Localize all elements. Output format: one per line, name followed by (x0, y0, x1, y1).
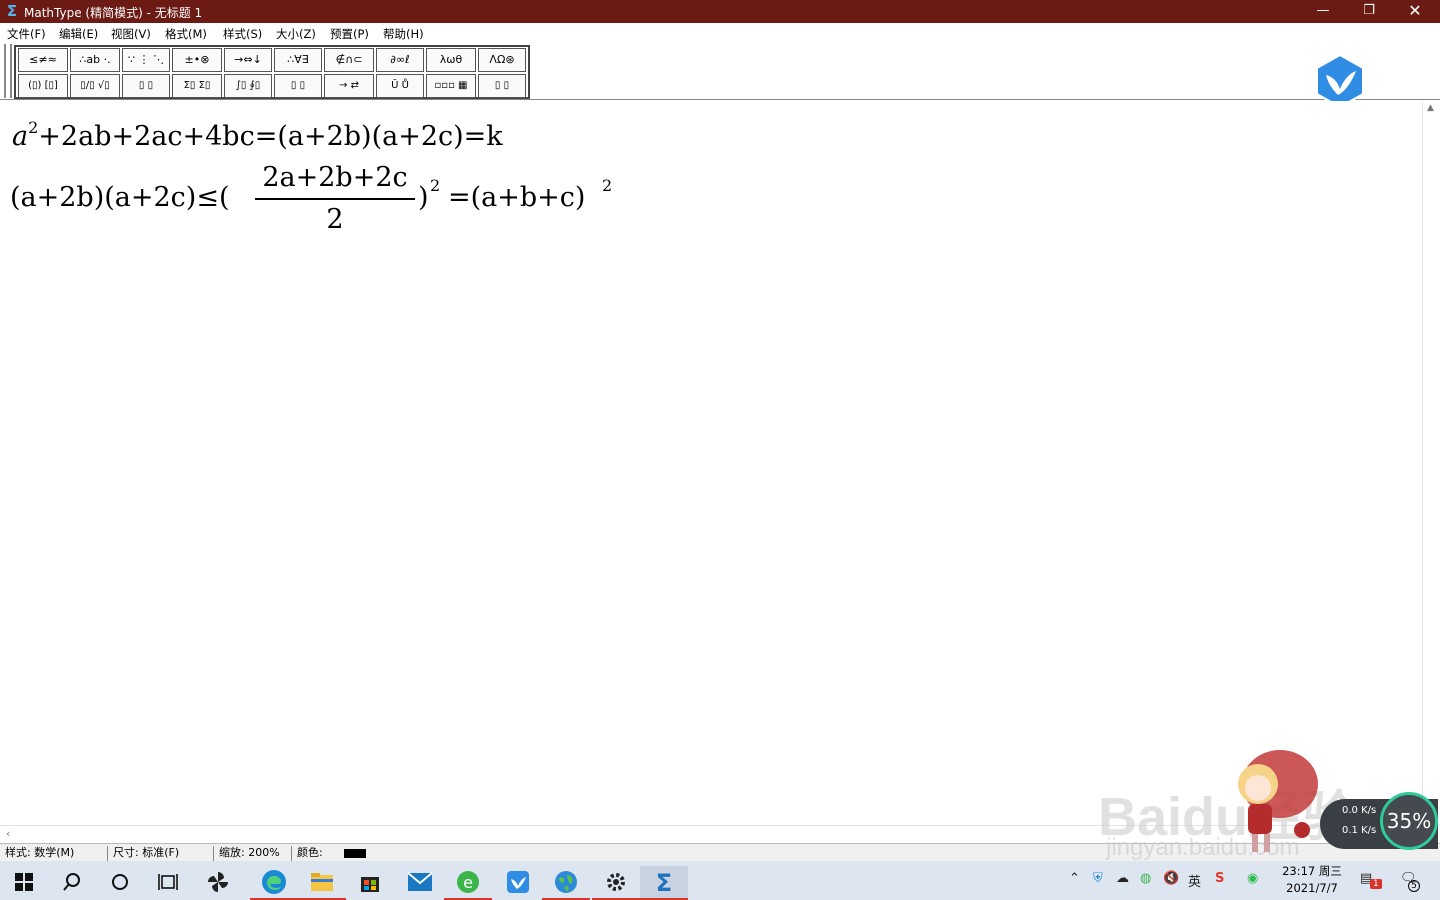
eq1-body: +2ab+2ac+4bc=(a+2b)(a+2c)=k (38, 121, 503, 152)
memory-gauge[interactable]: 35% (1380, 792, 1438, 850)
message-count-badge: 5 (1408, 880, 1420, 892)
file-explorer-icon[interactable] (298, 866, 346, 900)
palette-labeled-arrows[interactable]: → ⇄ (324, 74, 374, 98)
task-view-icon[interactable] (144, 866, 192, 900)
wps-icon[interactable]: S (1215, 871, 1224, 886)
clock-date: 2021/7/7 (1286, 881, 1338, 895)
eq2-lhs: (a+2b)(a+2c)≤( (10, 182, 230, 213)
menu-style[interactable]: 样式(S) (223, 26, 262, 42)
ie-browser-icon[interactable]: e (444, 866, 492, 900)
scroll-left-icon[interactable]: ‹ (6, 827, 10, 840)
toolbar-area: ≤≠≈ ∴ab ·. ∵ ⋮ ⋱ ±•⊗ →⇔↓ ∴∀∃ ∉∩⊂ ∂∞ℓ λωθ… (0, 43, 1440, 100)
wechat-icon[interactable]: ◉ (1247, 871, 1258, 886)
svg-text:e: e (463, 873, 473, 892)
status-color-swatch[interactable] (344, 849, 366, 858)
vertical-scrollbar[interactable]: ▲ (1422, 101, 1440, 825)
palette-greek-lower[interactable]: λωθ (426, 48, 476, 72)
speaker-muted-icon[interactable]: 🔇 (1163, 871, 1179, 886)
svg-text:Σ: Σ (656, 870, 672, 894)
clock-time: 23:17 周三 (1282, 864, 1342, 878)
status-color-label: 颜色: (297, 846, 323, 859)
palette-integrals[interactable]: ∫▯ ∮▯ (224, 74, 272, 98)
security-shield-icon[interactable]: ⛨ (1093, 871, 1103, 886)
notification-badge: 1 (1370, 879, 1382, 889)
mascot-decoration-icon (1238, 750, 1318, 852)
eq1-exponent: 2 (28, 118, 39, 137)
palette-products[interactable]: Ū Ů (376, 74, 424, 98)
status-size[interactable]: 尺寸: 标准(F) (108, 846, 214, 861)
palette-summations[interactable]: Σ▯ Σ▯ (172, 74, 222, 98)
chevron-up-icon[interactable]: ⌃ (1069, 871, 1080, 886)
palette-greek-upper[interactable]: ΛΩ⊛ (478, 48, 526, 72)
window-title: MathType (精简模式) - 无标题 1 (24, 6, 203, 20)
maximize-button[interactable]: ❐ (1346, 0, 1392, 23)
palette-bars[interactable]: ▯ ▯ (274, 74, 322, 98)
toolbar-grip[interactable] (4, 44, 12, 98)
menu-help[interactable]: 帮助(H) (383, 26, 424, 42)
status-zoom[interactable]: 缩放: 200% (214, 846, 292, 861)
scroll-up-icon[interactable]: ▲ (1427, 103, 1434, 113)
palette-operators[interactable]: ±•⊗ (172, 48, 222, 72)
globe-icon[interactable] (542, 866, 590, 900)
menu-preferences[interactable]: 预置(P) (330, 26, 369, 42)
menu-format[interactable]: 格式(M) (165, 26, 207, 42)
search-icon[interactable] (48, 866, 96, 900)
palette-boxes[interactable]: ▯ ▯ (478, 74, 526, 98)
menu-bar: 文件(F) 编辑(E) 视图(V) 格式(M) 样式(S) 大小(Z) 预置(P… (0, 23, 1440, 43)
eq2-rhs: =(a+b+c) (448, 182, 586, 213)
windows-start-icon[interactable] (0, 866, 48, 900)
menu-size[interactable]: 大小(Z) (276, 26, 316, 42)
network-globe-icon[interactable]: ◍ (1140, 871, 1151, 886)
close-button[interactable]: ✕ (1392, 0, 1438, 23)
sigma-icon: Σ (6, 2, 18, 20)
menu-view[interactable]: 视图(V) (111, 26, 151, 42)
eq1-variable-a: a (12, 121, 29, 152)
ime-indicator[interactable]: 英 (1188, 871, 1201, 890)
eq2-exponent-1: 2 (430, 176, 441, 195)
symbol-palette: ≤≠≈ ∴ab ·. ∵ ⋮ ⋱ ±•⊗ →⇔↓ ∴∀∃ ∉∩⊂ ∂∞ℓ λωθ… (14, 45, 530, 99)
menu-edit[interactable]: 编辑(E) (59, 26, 98, 42)
net-upload-speed: 0.0 K/s (1342, 805, 1377, 816)
palette-matrices[interactable]: ▫▫▫ ▦ (426, 74, 476, 98)
pinwheel-icon[interactable] (194, 866, 242, 900)
equation-line-1[interactable]: a2+2ab+2ac+4bc=(a+2b)(a+2c)=k (12, 110, 503, 155)
palette-sets[interactable]: ∉∩⊂ (324, 48, 374, 72)
eq2-denominator: 2 (326, 204, 344, 235)
settings-icon[interactable] (592, 866, 640, 900)
mathtype-icon[interactable]: Σ (640, 866, 688, 900)
cloud-icon[interactable]: ☁ (1116, 871, 1129, 886)
palette-fences[interactable]: (▯) [▯] (18, 74, 68, 98)
palette-fractions-radicals[interactable]: ▯/▯ √▯ (70, 74, 120, 98)
menu-file[interactable]: 文件(F) (7, 26, 46, 42)
store-icon[interactable] (346, 866, 394, 900)
title-bar: Σ MathType (精简模式) - 无标题 1 — ❐ ✕ (0, 0, 1440, 23)
cortana-icon[interactable] (96, 866, 144, 900)
status-style[interactable]: 样式: 数学(M) (0, 846, 108, 861)
eq2-exponent-2: 2 (602, 176, 613, 195)
edge-icon[interactable] (250, 866, 298, 900)
net-download-speed: 0.1 K/s (1342, 825, 1377, 836)
palette-arrows[interactable]: →⇔↓ (224, 48, 272, 72)
mail-icon[interactable] (396, 866, 444, 900)
eq2-right-paren: ) (418, 182, 429, 213)
eq2-numerator: 2a+2b+2c (262, 162, 408, 193)
taskbar-clock[interactable]: 23:17 周三 2021/7/7 (1280, 863, 1344, 897)
palette-relations[interactable]: ≤≠≈ (18, 48, 68, 72)
taskbar: e Σ ⌃ ⛨ ☁ ◍ 🔇 英 S ◉ 23:17 周三 2021/7/7 ▤ … (0, 861, 1440, 900)
palette-embellishments[interactable]: ∵ ⋮ ⋱ (122, 48, 170, 72)
eq2-fraction-bar (255, 198, 415, 200)
eq2-fraction: 2a+2b+2c 2 (255, 160, 415, 238)
bird-taskbar-icon[interactable] (494, 866, 542, 900)
minimize-button[interactable]: — (1300, 0, 1346, 23)
palette-subscripts[interactable]: ▯ ▯ (122, 74, 170, 98)
palette-logic[interactable]: ∴∀∃ (274, 48, 322, 72)
palette-misc[interactable]: ∂∞ℓ (376, 48, 424, 72)
palette-spaces[interactable]: ∴ab ·. (70, 48, 120, 72)
